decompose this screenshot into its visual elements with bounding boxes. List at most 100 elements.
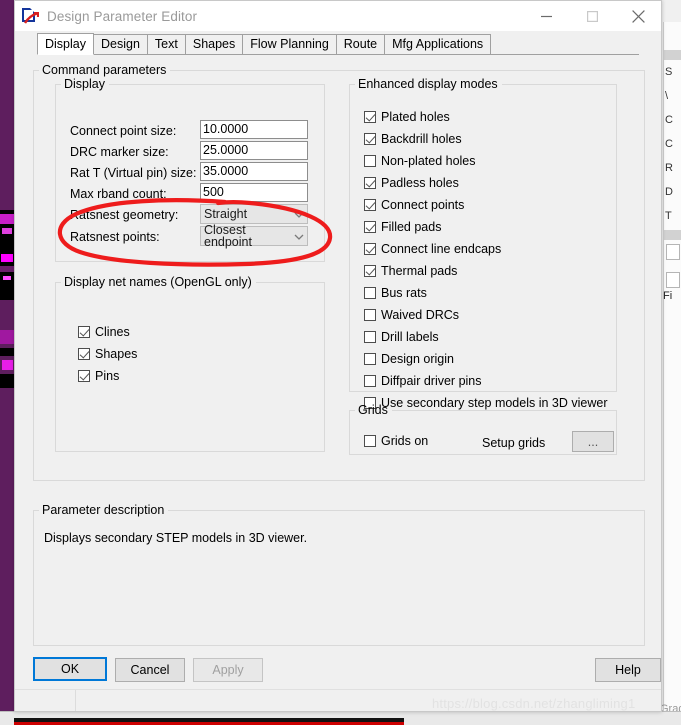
display-group-legend: Display [64, 77, 105, 91]
checkbox-connect-line-endcaps[interactable]: Connect line endcaps [364, 242, 501, 256]
checkbox-diffpair-driver-pins[interactable]: Diffpair driver pins [364, 374, 482, 388]
field-label: Connect point size: [70, 124, 177, 138]
checkbox-icon [78, 326, 90, 338]
close-icon[interactable] [615, 1, 661, 31]
setup-grids-button[interactable]: ... [572, 431, 614, 452]
field-ratsnest-points: Ratsnest points: [70, 227, 160, 247]
tab-display[interactable]: Display [37, 33, 94, 55]
display-net-names-legend: Display net names (OpenGL only) [64, 275, 252, 289]
checkbox-label: Waived DRCs [381, 308, 460, 322]
field-label: Ratsnest geometry: [70, 208, 179, 222]
drc-marker-size-input[interactable]: 25.0000 [200, 141, 308, 160]
checkbox-plated-holes[interactable]: Plated holes [364, 110, 450, 124]
minimize-icon[interactable] [523, 1, 569, 31]
grids-group: Grids Grids on Setup grids ... [349, 403, 617, 455]
display-group: Display Connect point size: 10.0000 DRC … [55, 77, 325, 262]
checkbox-bus-rats[interactable]: Bus rats [364, 286, 427, 300]
checkbox-connect-points[interactable]: Connect points [364, 198, 464, 212]
tab-mfg-applications[interactable]: Mfg Applications [384, 34, 492, 55]
checkbox-thermal-pads[interactable]: Thermal pads [364, 264, 457, 278]
ratsnest-geometry-value: Straight [204, 206, 248, 221]
bg-text-line: C [665, 114, 673, 126]
field-drc-marker-size: DRC marker size: [70, 142, 169, 162]
help-button[interactable]: Help [595, 658, 661, 682]
ratsnest-geometry-select[interactable]: Straight [200, 204, 308, 224]
connect-point-size-input[interactable]: 10.0000 [200, 120, 308, 139]
tab-flow-planning[interactable]: Flow Planning [242, 34, 337, 55]
bg-text-line: \ [665, 90, 669, 102]
enhanced-display-modes-legend: Enhanced display modes [358, 77, 498, 91]
maximize-icon[interactable] [569, 1, 615, 31]
field-rat-t-virtual-pin-size: Rat T (Virtual pin) size: [70, 163, 196, 183]
checkbox-grids-on[interactable]: Grids on [364, 434, 428, 448]
dialog-footer: OK Cancel Apply Help [15, 657, 661, 687]
field-label: Max rband count: [70, 187, 167, 201]
checkbox-icon [364, 243, 376, 255]
field-label: Rat T (Virtual pin) size: [70, 166, 197, 180]
chevron-down-icon [294, 229, 304, 243]
checkbox-label: Grids on [381, 434, 429, 448]
tab-shapes[interactable]: Shapes [184, 34, 244, 55]
status-bar-divider [75, 690, 76, 711]
checkbox-drill-labels[interactable]: Drill labels [364, 330, 439, 344]
checkbox-label: Bus rats [381, 286, 427, 300]
checkbox-label: Diffpair driver pins [381, 374, 482, 388]
field-label: Ratsnest points: [70, 230, 160, 244]
checkbox-padless-holes[interactable]: Padless holes [364, 176, 459, 190]
design-parameter-editor-dialog: Design Parameter Editor Display Design T… [14, 0, 662, 712]
bg-text-line: C [665, 138, 673, 150]
checkbox-icon [364, 287, 376, 299]
checkbox-label: Padless holes [381, 176, 459, 190]
checkbox-icon [364, 111, 376, 123]
checkbox-label: Shapes [95, 347, 138, 361]
checkbox-non-plated-holes[interactable]: Non-plated holes [364, 154, 476, 168]
ratsnest-points-select[interactable]: Closest endpoint [200, 222, 308, 249]
checkbox-label: Filled pads [381, 220, 442, 234]
title-bar: Design Parameter Editor [15, 1, 661, 31]
checkbox-clines[interactable]: Clines [78, 325, 130, 339]
checkbox-shapes[interactable]: Shapes [78, 347, 137, 361]
checkbox-icon [364, 309, 376, 321]
checkbox-icon [364, 375, 376, 387]
bg-text-line: D [665, 186, 673, 198]
checkbox-icon [364, 199, 376, 211]
enhanced-display-modes-group: Enhanced display modes Plated holes Back… [349, 77, 617, 410]
checkbox-icon [364, 177, 376, 189]
ratsnest-points-value: Closest endpoint [204, 222, 252, 249]
field-ratsnest-geometry: Ratsnest geometry: [70, 205, 178, 225]
checkbox-backdrill-holes[interactable]: Backdrill holes [364, 132, 462, 146]
pcb-artwork-1 [0, 210, 14, 300]
checkbox-label: Drill labels [381, 330, 439, 344]
checkbox-icon [364, 155, 376, 167]
checkbox-icon [364, 221, 376, 233]
bg-text-line: T [665, 210, 672, 222]
checkbox-icon [78, 370, 90, 382]
tab-route[interactable]: Route [335, 34, 386, 55]
checkbox-label: Connect points [381, 198, 465, 212]
tab-bar: Display Design Text Shapes Flow Planning… [15, 33, 661, 55]
checkbox-pins[interactable]: Pins [78, 369, 119, 383]
checkbox-label: Non-plated holes [381, 154, 476, 168]
tab-design[interactable]: Design [93, 34, 148, 55]
checkbox-icon [364, 265, 376, 277]
checkbox-label: Connect line endcaps [381, 242, 502, 256]
checkbox-waived-drcs[interactable]: Waived DRCs [364, 308, 459, 322]
watermark-text: https://blog.csdn.net/zhangliming1 [432, 696, 636, 711]
checkbox-icon [364, 435, 376, 447]
window-title: Design Parameter Editor [47, 8, 198, 24]
grids-group-legend: Grids [358, 403, 388, 417]
app-document-icon [22, 7, 39, 25]
tab-text[interactable]: Text [146, 34, 186, 55]
field-connect-point-size: Connect point size: [70, 121, 176, 141]
checkbox-icon [364, 133, 376, 145]
rat-t-virtual-pin-size-input[interactable]: 35.0000 [200, 162, 308, 181]
chevron-down-icon [294, 207, 304, 221]
max-rband-count-input[interactable]: 500 [200, 183, 308, 202]
checkbox-design-origin[interactable]: Design origin [364, 352, 454, 366]
cancel-button[interactable]: Cancel [115, 658, 185, 682]
checkbox-label: Thermal pads [381, 264, 458, 278]
setup-grids-label: Setup grids [482, 436, 546, 450]
checkbox-label: Clines [95, 325, 130, 339]
checkbox-filled-pads[interactable]: Filled pads [364, 220, 441, 234]
ok-button[interactable]: OK [33, 657, 107, 681]
